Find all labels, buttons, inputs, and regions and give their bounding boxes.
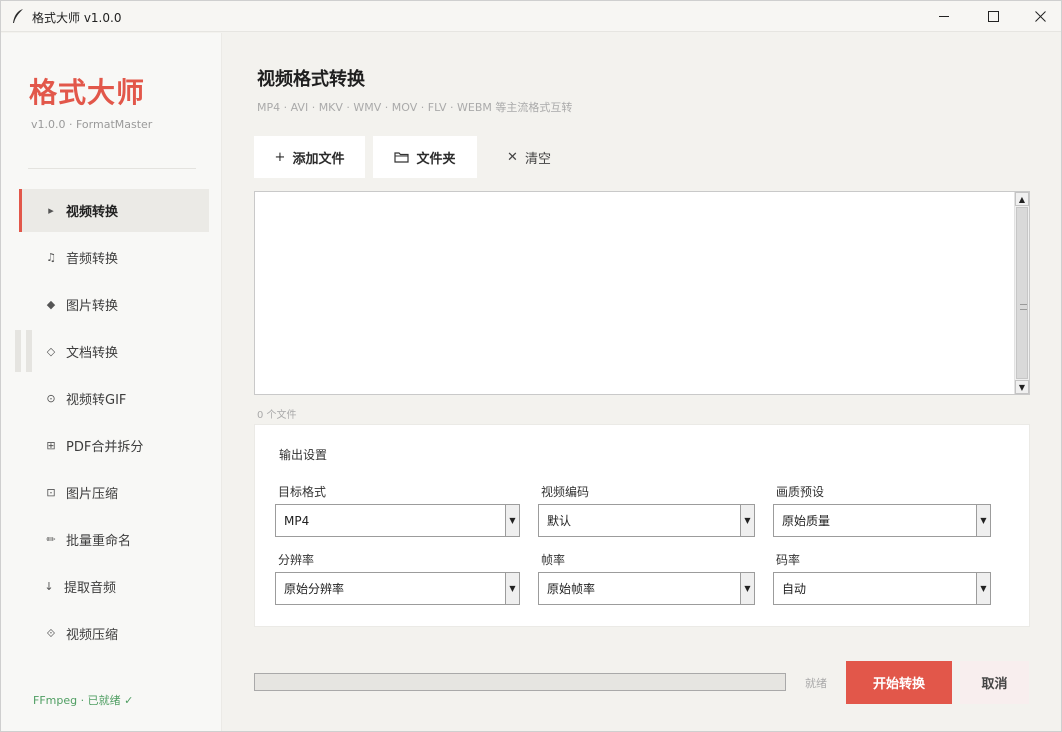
pencil-icon: ✏	[46, 533, 56, 546]
version-text: v1.0.0 · FormatMaster	[31, 118, 153, 131]
file-list-scrollbar[interactable]: ▲ ▼	[1014, 192, 1029, 394]
square-dot-icon: ⊡	[46, 486, 56, 499]
close-icon: ✕	[507, 149, 518, 165]
sidebar-item-label: 图片转换	[66, 299, 119, 314]
target-format-value: MP4	[284, 513, 310, 528]
target-format-select[interactable]: MP4 ▼	[275, 504, 520, 537]
scroll-down-arrow-icon[interactable]: ▼	[1015, 380, 1029, 394]
scrollbar-thumb[interactable]	[1016, 207, 1028, 379]
cancel-button[interactable]: 取消	[960, 661, 1029, 704]
sidebar-item-label: 提取音频	[64, 581, 117, 596]
start-convert-button[interactable]: 开始转换	[846, 661, 952, 704]
file-count: 0 个文件	[257, 410, 297, 421]
chevron-down-icon[interactable]: ▼	[740, 573, 754, 604]
sidebar-item-pdf-merge-split[interactable]: ⊞ PDF合并拆分	[19, 424, 209, 467]
sidebar-item-label: 文档转换	[66, 346, 119, 361]
file-list[interactable]: ▲ ▼	[254, 191, 1030, 395]
resolution-label: 分辨率	[278, 553, 315, 567]
sidebar-item-label: 批量重命名	[66, 534, 132, 549]
scroll-up-arrow-icon[interactable]: ▲	[1015, 192, 1029, 206]
bitrate-label: 码率	[776, 553, 801, 567]
quality-preset-value: 原始质量	[782, 514, 831, 528]
sidebar-item-video-to-gif[interactable]: ⊙ 视频转GIF	[19, 377, 209, 420]
output-settings-panel: 输出设置 目标格式 MP4 ▼ 视频编码 默认 ▼ 画质预设 原始质量 ▼ 分辨…	[254, 424, 1030, 627]
sidebar-item-video-compress[interactable]: ⟐ 视频压缩	[19, 612, 209, 655]
chevron-down-icon[interactable]: ▼	[740, 505, 754, 536]
bitrate-value: 自动	[782, 582, 807, 596]
close-button[interactable]	[1017, 1, 1062, 32]
title-bar: 格式大师 v1.0.0	[1, 1, 1061, 32]
add-folder-button[interactable]: 文件夹	[373, 136, 477, 178]
grid-icon: ⊞	[46, 439, 56, 452]
page-subtitle: MP4 · AVI · MKV · WMV · MOV · FLV · WEBM…	[257, 101, 573, 114]
app-window: 格式大师 v1.0.0 格式大师 v1.0.0 · FormatMaster ▸…	[0, 0, 1062, 732]
video-codec-label: 视频编码	[541, 485, 590, 499]
frame-rate-label: 帧率	[541, 553, 566, 567]
quality-preset-label: 画质预设	[776, 485, 825, 499]
minimize-button[interactable]	[921, 1, 967, 32]
video-codec-value: 默认	[547, 514, 572, 528]
minimize-icon	[938, 16, 949, 17]
resolution-value: 原始分辨率	[284, 582, 345, 596]
quality-preset-select[interactable]: 原始质量 ▼	[773, 504, 991, 537]
diamond-outline-icon: ◇	[46, 345, 56, 358]
close-icon	[1034, 11, 1046, 22]
sidebar-item-label: 音频转换	[66, 252, 119, 267]
chevron-down-icon[interactable]: ▼	[976, 573, 990, 604]
diamond-icon: ◆	[46, 298, 56, 311]
sidebar-item-image-compress[interactable]: ⊡ 图片压缩	[19, 471, 209, 514]
chevron-down-icon[interactable]: ▼	[976, 505, 990, 536]
arrow-down-icon: ↓	[44, 580, 54, 593]
sidebar-item-extract-audio[interactable]: ↓ 提取音频	[19, 565, 209, 608]
page-title: 视频格式转换	[257, 69, 365, 90]
circle-dot-icon: ⊙	[46, 392, 56, 405]
sidebar-item-label: 视频压缩	[66, 628, 119, 643]
sidebar-item-document-convert[interactable]: ◇ 文档转换	[19, 330, 209, 373]
ffmpeg-status: FFmpeg · 已就绪 ✓	[33, 694, 134, 707]
maximize-button[interactable]	[970, 1, 1016, 32]
play-icon: ▸	[48, 204, 54, 217]
sidebar-item-audio-convert[interactable]: ♫ 音频转换	[19, 236, 209, 279]
window-title: 格式大师 v1.0.0	[32, 11, 122, 25]
maximize-icon	[987, 11, 999, 22]
feather-icon	[13, 9, 23, 23]
frame-rate-select[interactable]: 原始帧率 ▼	[538, 572, 755, 605]
sidebar-item-batch-rename[interactable]: ✏ 批量重命名	[19, 518, 209, 561]
status-text: 就绪	[805, 677, 827, 690]
frame-rate-value: 原始帧率	[547, 582, 596, 596]
music-note-icon: ♫	[46, 251, 56, 264]
clear-button[interactable]: ✕ 清空	[497, 136, 561, 178]
chevron-down-icon[interactable]: ▼	[505, 573, 519, 604]
sidebar-item-label: 图片压缩	[66, 487, 119, 502]
plus-icon: +	[274, 149, 286, 165]
progress-bar	[254, 673, 786, 691]
add-file-button[interactable]: + 添加文件	[254, 136, 365, 178]
sidebar-item-image-convert[interactable]: ◆ 图片转换	[19, 283, 209, 326]
video-codec-select[interactable]: 默认 ▼	[538, 504, 755, 537]
sidebar: 格式大师 v1.0.0 · FormatMaster ▸ 视频转换 ♫ 音频转换…	[1, 33, 222, 731]
sidebar-item-label: 视频转GIF	[66, 393, 127, 408]
folder-icon	[394, 152, 410, 163]
sidebar-item-video-convert[interactable]: ▸ 视频转换	[19, 189, 209, 232]
resolution-select[interactable]: 原始分辨率 ▼	[275, 572, 520, 605]
sidebar-item-label: PDF合并拆分	[66, 440, 144, 455]
clear-label: 清空	[524, 151, 551, 167]
add-file-label: 添加文件	[292, 151, 345, 167]
bitrate-select[interactable]: 自动 ▼	[773, 572, 991, 605]
compress-icon: ⟐	[46, 626, 56, 640]
sidebar-divider	[28, 168, 196, 169]
brand-title: 格式大师	[29, 76, 146, 109]
add-folder-label: 文件夹	[416, 151, 456, 167]
settings-title: 输出设置	[279, 448, 328, 462]
sidebar-item-label: 视频转换	[66, 205, 119, 220]
chevron-down-icon[interactable]: ▼	[505, 505, 519, 536]
target-format-label: 目标格式	[278, 485, 327, 499]
